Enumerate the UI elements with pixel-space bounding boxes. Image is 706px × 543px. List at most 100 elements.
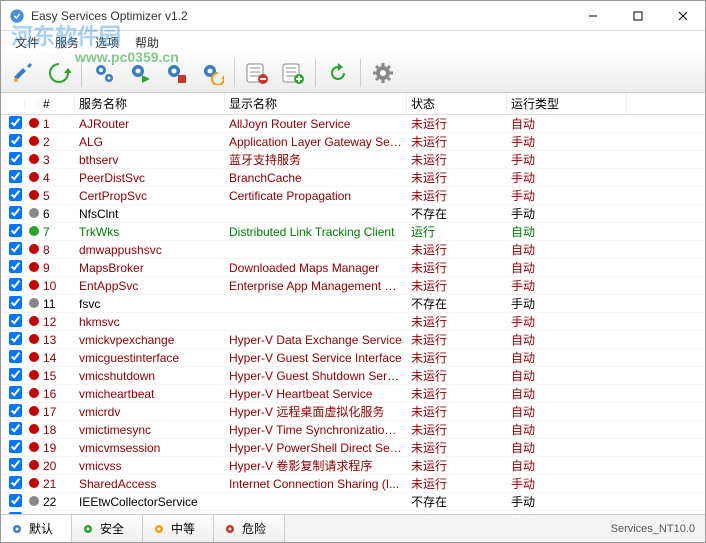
table-row[interactable]: 19vmicvmsessionHyper-V PowerShell Direct… xyxy=(1,439,705,457)
table-row[interactable]: 7TrkWksDistributed Link Tracking Client运… xyxy=(1,223,705,241)
menu-help[interactable]: 帮助 xyxy=(127,32,167,53)
tool-gears-blue-button[interactable] xyxy=(88,57,120,89)
menu-services[interactable]: 服务 xyxy=(47,32,87,53)
toolbar xyxy=(1,53,705,93)
maximize-button[interactable] xyxy=(615,1,660,31)
cell-service-name: vmictimesync xyxy=(75,422,225,438)
table-row[interactable]: 12hkmsvc未运行手动 xyxy=(1,313,705,331)
row-checkbox[interactable] xyxy=(9,440,22,453)
row-checkbox[interactable] xyxy=(9,332,22,345)
table-row[interactable]: 17vmicrdvHyper-V 远程桌面虚拟化服务未运行自动 xyxy=(1,403,705,421)
cell-start-type: 自动 xyxy=(507,348,627,367)
row-checkbox[interactable] xyxy=(9,350,22,363)
tool-gear-stop-button[interactable] xyxy=(160,57,192,89)
row-checkbox[interactable] xyxy=(9,386,22,399)
status-dot-icon xyxy=(29,514,39,515)
table-row[interactable]: 15vmicshutdownHyper-V Guest Shutdown Ser… xyxy=(1,367,705,385)
col-header-name[interactable]: 服务名称 xyxy=(75,93,225,115)
table-row[interactable]: 21SharedAccessInternet Connection Sharin… xyxy=(1,475,705,493)
table-row[interactable]: 8dmwappushsvc未运行自动 xyxy=(1,241,705,259)
row-checkbox[interactable] xyxy=(9,512,22,515)
cell-service-name: iphlpsvc xyxy=(75,512,225,515)
table-row[interactable]: 22IEEtwCollectorService不存在手动 xyxy=(1,493,705,511)
minimize-button[interactable] xyxy=(570,1,615,31)
row-checkbox[interactable] xyxy=(9,296,22,309)
row-checkbox[interactable] xyxy=(9,476,22,489)
row-checkbox[interactable] xyxy=(9,116,22,129)
table-row[interactable]: 9MapsBrokerDownloaded Maps Manager未运行自动 xyxy=(1,259,705,277)
row-checkbox[interactable] xyxy=(9,224,22,237)
row-checkbox[interactable] xyxy=(9,134,22,147)
row-checkbox[interactable] xyxy=(9,458,22,471)
tool-wrench-button[interactable] xyxy=(7,57,39,89)
cell-display-name xyxy=(225,501,407,503)
table-row[interactable]: 11fsvc不存在手动 xyxy=(1,295,705,313)
cell-num: 17 xyxy=(39,404,75,420)
cell-num: 23 xyxy=(39,512,75,515)
tool-list-add-button[interactable] xyxy=(277,57,309,89)
table-row[interactable]: 6NfsClnt不存在手动 xyxy=(1,205,705,223)
row-checkbox[interactable] xyxy=(9,422,22,435)
menu-file[interactable]: 文件 xyxy=(7,32,47,53)
menu-options[interactable]: 选项 xyxy=(87,32,127,53)
col-header-status[interactable]: 状态 xyxy=(407,93,507,115)
table-row[interactable]: 13vmickvpexchangeHyper-V Data Exchange S… xyxy=(1,331,705,349)
tool-refresh-green-button[interactable] xyxy=(43,57,75,89)
col-header-num[interactable]: # xyxy=(39,94,75,114)
tool-settings-button[interactable] xyxy=(367,57,399,89)
cell-status: 不存在 xyxy=(407,492,507,511)
status-dot-icon xyxy=(29,460,39,470)
row-checkbox[interactable] xyxy=(9,260,22,273)
cell-start-type: 自动 xyxy=(507,438,627,457)
tool-gear-restart-button[interactable] xyxy=(196,57,228,89)
tool-reload-button[interactable] xyxy=(322,57,354,89)
statusbar: 默认 安全 中等 危险 Services_NT10.0 xyxy=(1,514,705,542)
table-row[interactable]: 2ALGApplication Layer Gateway Ser...未运行手… xyxy=(1,133,705,151)
table-row[interactable]: 4PeerDistSvcBranchCache未运行手动 xyxy=(1,169,705,187)
row-checkbox[interactable] xyxy=(9,242,22,255)
row-checkbox[interactable] xyxy=(9,206,22,219)
tab-medium[interactable]: 中等 xyxy=(143,515,214,542)
row-checkbox[interactable] xyxy=(9,152,22,165)
cell-status: 未运行 xyxy=(407,438,507,457)
cell-num: 21 xyxy=(39,476,75,492)
cell-num: 9 xyxy=(39,260,75,276)
tool-gear-play-button[interactable] xyxy=(124,57,156,89)
toolbar-separator xyxy=(360,59,361,87)
table-row[interactable]: 10EntAppSvcEnterprise App Management Se.… xyxy=(1,277,705,295)
close-button[interactable] xyxy=(660,1,705,31)
cell-status: 不存在 xyxy=(407,294,507,313)
tool-list-remove-button[interactable] xyxy=(241,57,273,89)
row-checkbox[interactable] xyxy=(9,368,22,381)
row-checkbox[interactable] xyxy=(9,314,22,327)
status-dot-icon xyxy=(29,388,39,398)
row-checkbox[interactable] xyxy=(9,404,22,417)
tab-danger[interactable]: 危险 xyxy=(214,515,285,542)
status-dot-icon xyxy=(29,262,39,272)
col-header-display[interactable]: 显示名称 xyxy=(225,93,407,115)
row-checkbox[interactable] xyxy=(9,170,22,183)
cell-display-name: Hyper-V Time Synchronization ... xyxy=(225,422,407,438)
cell-start-type: 手动 xyxy=(507,294,627,313)
row-checkbox[interactable] xyxy=(9,494,22,507)
table-row[interactable]: 3bthserv蓝牙支持服务未运行手动 xyxy=(1,151,705,169)
table-row[interactable]: 16vmicheartbeatHyper-V Heartbeat Service… xyxy=(1,385,705,403)
table-row[interactable]: 18vmictimesyncHyper-V Time Synchronizati… xyxy=(1,421,705,439)
table-row[interactable]: 20vmicvssHyper-V 卷影复制请求程序未运行自动 xyxy=(1,457,705,475)
table-row[interactable]: 23iphlpsvcIP Helper运行自动 xyxy=(1,511,705,514)
row-checkbox[interactable] xyxy=(9,188,22,201)
cell-service-name: vmicguestinterface xyxy=(75,350,225,366)
table-row[interactable]: 14vmicguestinterfaceHyper-V Guest Servic… xyxy=(1,349,705,367)
cell-display-name xyxy=(225,321,407,323)
toolbar-separator xyxy=(234,59,235,87)
tab-default[interactable]: 默认 xyxy=(1,515,72,542)
services-grid[interactable]: # 服务名称 显示名称 状态 运行类型 1AJRouterAllJoyn Rou… xyxy=(1,93,705,514)
table-row[interactable]: 5CertPropSvcCertificate Propagation未运行手动 xyxy=(1,187,705,205)
col-header-start[interactable]: 运行类型 xyxy=(507,93,627,115)
tab-safe[interactable]: 安全 xyxy=(72,515,143,542)
cell-status: 未运行 xyxy=(407,276,507,295)
cell-display-name: Hyper-V PowerShell Direct Service xyxy=(225,440,407,456)
row-checkbox[interactable] xyxy=(9,278,22,291)
status-dot-icon xyxy=(29,208,39,218)
table-row[interactable]: 1AJRouterAllJoyn Router Service未运行自动 xyxy=(1,115,705,133)
